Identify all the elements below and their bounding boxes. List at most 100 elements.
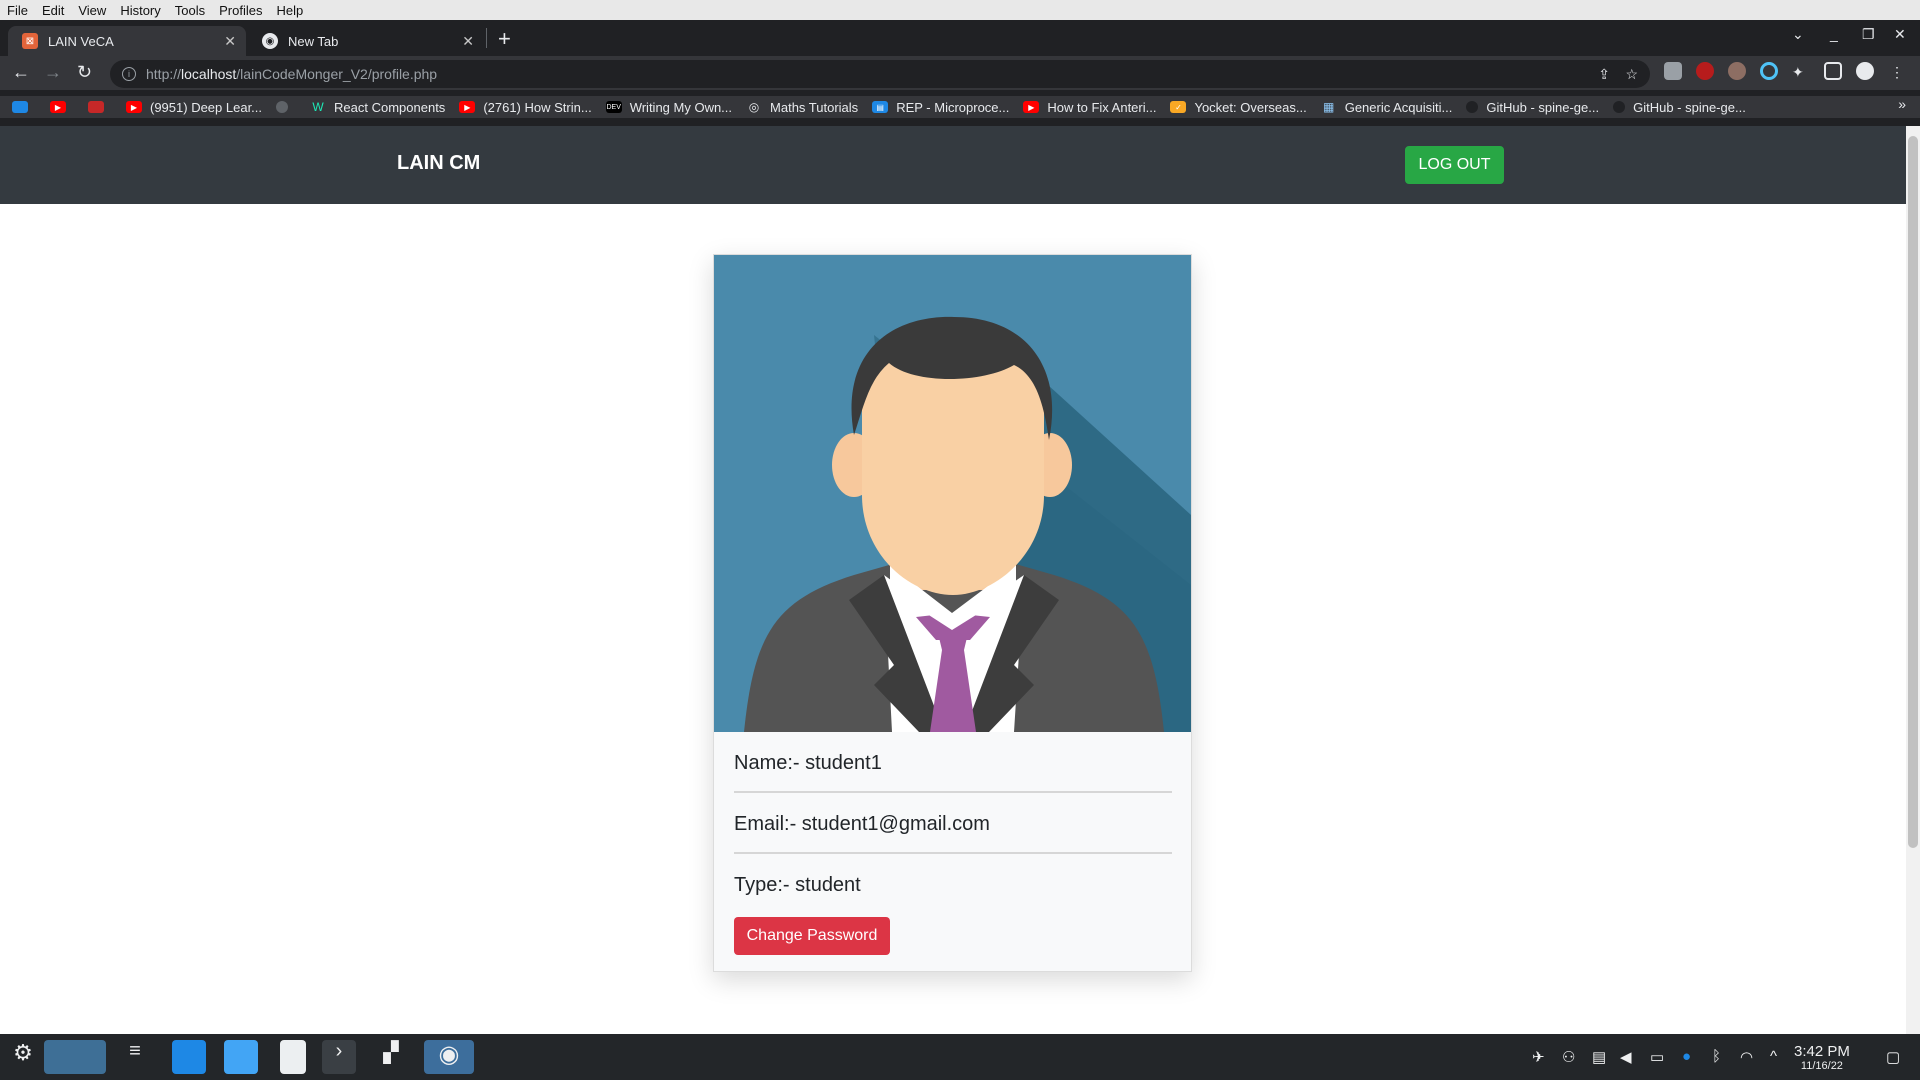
tab-title: LAIN VeCA — [48, 33, 114, 49]
app-launcher-icon[interactable]: ⚙ — [6, 1040, 40, 1074]
youtube-icon: ▶ — [126, 101, 142, 113]
bookmark-star-icon[interactable]: ☆ — [1625, 66, 1638, 83]
chrome-taskbar-icon[interactable]: ◉ — [424, 1040, 474, 1074]
document-icon: ▤ — [872, 101, 889, 113]
bookmark-item[interactable]: ▶ How to Fix Anteri... — [1023, 100, 1156, 115]
site-info-icon[interactable]: i — [122, 67, 136, 81]
forward-icon[interactable]: → — [44, 62, 62, 83]
wifi-icon[interactable]: ◠ — [1740, 1048, 1753, 1066]
colorpicker-icon[interactable] — [1760, 62, 1778, 80]
menu-profiles[interactable]: Profiles — [212, 3, 269, 18]
browser-tabstrip: ⊠ LAIN VeCA ✕ ◉ New Tab ✕ — [0, 20, 1920, 56]
discover-store-icon[interactable] — [172, 1040, 206, 1074]
bookmark-item[interactable]: ▶ (2761) How Strin... — [459, 100, 592, 115]
bookmark-globe[interactable] — [276, 101, 296, 113]
share-icon[interactable]: ⇪ — [1598, 66, 1610, 83]
app-grid-icon[interactable]: ▞ — [374, 1040, 408, 1074]
bluetooth-app-icon[interactable]: ● — [1682, 1048, 1691, 1065]
url-scheme: http:// — [146, 66, 182, 82]
bookmark-calendar[interactable] — [12, 101, 36, 113]
chrome-icon: ◉ — [262, 33, 278, 49]
close-tab-icon[interactable]: ✕ — [462, 33, 474, 50]
bluetooth-icon[interactable]: ᛒ — [1712, 1048, 1721, 1065]
battery-icon[interactable]: ▭ — [1650, 1048, 1664, 1066]
back-icon[interactable]: ← — [12, 62, 30, 83]
more-menu-icon[interactable]: ⋮ — [1890, 64, 1908, 82]
github-icon — [1613, 101, 1626, 113]
menu-view[interactable]: View — [71, 3, 113, 18]
kdeconnect-icon[interactable]: ⚇ — [1562, 1048, 1575, 1066]
minimize-icon[interactable]: _ — [1830, 26, 1838, 42]
clipboard-icon[interactable]: ▤ — [1592, 1048, 1606, 1066]
tab-lain-veca[interactable]: ⊠ LAIN VeCA ✕ — [8, 26, 246, 56]
globe-icon — [276, 101, 289, 113]
browser-toolbar: ← → ↻ i http:// localhost /lainCodeMonge… — [0, 56, 1920, 90]
text-editor-icon[interactable] — [280, 1040, 306, 1074]
telegram-icon[interactable]: ✈ — [1532, 1048, 1545, 1066]
w-logo-icon: W — [312, 100, 324, 114]
volume-icon[interactable]: ◀ — [1620, 1048, 1632, 1066]
ublock-icon[interactable] — [1696, 62, 1714, 80]
github-icon — [1466, 101, 1479, 113]
tray-expand-icon[interactable]: ^ — [1770, 1048, 1777, 1065]
virtual-desktop-pager[interactable] — [44, 1040, 106, 1074]
bookmark-item[interactable]: ▤ REP - Microproce... — [872, 100, 1009, 115]
tab-new-tab[interactable]: ◉ New Tab ✕ — [248, 26, 484, 56]
bookmark-item[interactable]: ▶ (9951) Deep Lear... — [126, 100, 262, 115]
grid-icon: ▦ — [1323, 100, 1335, 114]
bookmark-misc[interactable] — [88, 101, 112, 113]
bookmark-item[interactable]: ▦ Generic Acquisiti... — [1321, 100, 1452, 115]
menu-edit[interactable]: Edit — [35, 3, 71, 18]
profile-type: Type:- student — [734, 874, 861, 896]
extension-icon[interactable] — [1664, 62, 1682, 80]
youtube-icon: ▶ — [1023, 101, 1040, 113]
reload-icon[interactable]: ↻ — [77, 62, 92, 83]
more-bookmarks-icon[interactable]: » — [1898, 96, 1906, 112]
bookmark-item[interactable]: DEV Writing My Own... — [605, 100, 732, 115]
profile-avatar-icon[interactable] — [1856, 62, 1874, 80]
menu-history[interactable]: History — [113, 3, 167, 18]
profile-name: Name:- student1 — [734, 752, 882, 774]
brand-title[interactable]: LAIN CM — [397, 152, 480, 175]
profile-avatar-image — [714, 255, 1191, 732]
url-host: localhost — [181, 66, 237, 82]
address-bar[interactable]: i http:// localhost /lainCodeMonger_V2/p… — [110, 60, 1650, 88]
tab-title: New Tab — [288, 33, 339, 49]
menu-tools[interactable]: Tools — [168, 3, 212, 18]
menu-help[interactable]: Help — [269, 3, 310, 18]
puzzle-icon[interactable]: ✦ — [1792, 64, 1810, 82]
side-panel-icon[interactable] — [1824, 62, 1842, 80]
file-manager-icon[interactable] — [224, 1040, 258, 1074]
clock-date: 11/16/22 — [1800, 1060, 1843, 1072]
profile-details: Name:- student1 Email:- student1@gmail.c… — [734, 732, 1172, 955]
show-desktop-icon[interactable]: ▢ — [1886, 1048, 1900, 1066]
change-password-button[interactable]: Change Password — [734, 917, 890, 955]
web-page: LAIN CM LOG OUT Name:- student1 Email:- … — [0, 126, 1906, 1034]
close-window-icon[interactable]: ✕ — [1894, 26, 1906, 43]
youtube-icon: ▶ — [459, 101, 476, 113]
menu-file[interactable]: File — [0, 3, 35, 18]
logout-button[interactable]: LOG OUT — [1405, 146, 1504, 184]
bookmarks-bar: ▶ ▶ (9951) Deep Lear... W React Components… — [0, 96, 1920, 118]
scrollbar-thumb[interactable] — [1908, 136, 1918, 848]
tab-search-icon[interactable]: ⌄ — [1792, 26, 1804, 43]
bookmark-item[interactable]: GitHub - spine-ge... — [1466, 100, 1599, 115]
yocket-icon: ✓ — [1170, 101, 1187, 113]
bookmark-item[interactable]: ◎ Maths Tutorials — [746, 100, 858, 115]
taskbar-clock[interactable]: 3:42 PM 11/16/22 — [1794, 1043, 1850, 1072]
profile-card: Name:- student1 Email:- student1@gmail.c… — [713, 254, 1192, 972]
restore-icon[interactable]: ❐ — [1862, 26, 1875, 43]
system-settings-icon[interactable]: ≡ — [118, 1040, 152, 1074]
bookmark-youtube[interactable]: ▶ — [50, 101, 74, 113]
terminal-icon[interactable]: › — [322, 1040, 356, 1074]
bookmark-item[interactable]: GitHub - spine-ge... — [1613, 100, 1746, 115]
xampp-icon: ⊠ — [22, 33, 38, 49]
new-tab-icon[interactable]: + — [498, 26, 511, 52]
youtube-icon: ▶ — [50, 101, 66, 113]
os-menubar: File Edit View History Tools Profiles He… — [0, 0, 1920, 20]
extension-icon[interactable] — [1728, 62, 1746, 80]
bookmark-item[interactable]: ✓ Yocket: Overseas... — [1170, 100, 1307, 115]
bookmark-item[interactable]: W React Components — [310, 100, 445, 115]
close-tab-icon[interactable]: ✕ — [224, 33, 236, 50]
businessman-avatar-icon — [714, 255, 1191, 732]
